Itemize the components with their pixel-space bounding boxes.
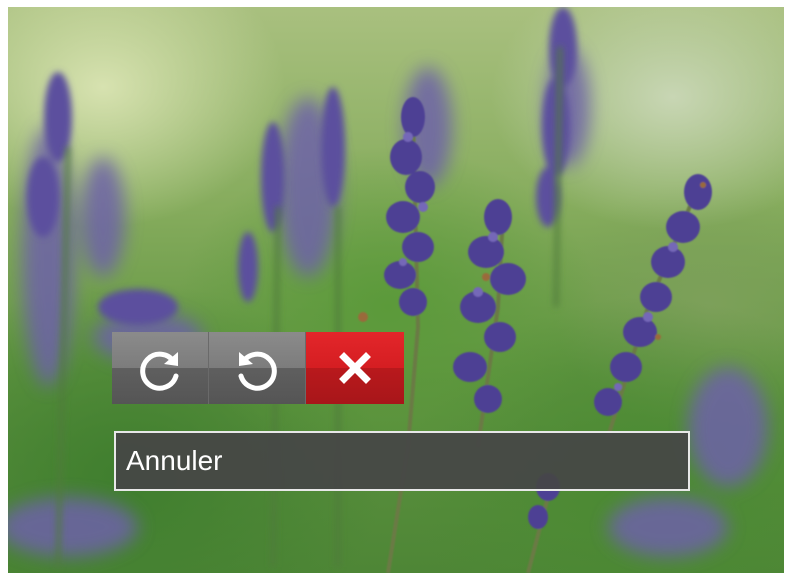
- rotate-clockwise-icon: [134, 344, 186, 392]
- close-icon: [335, 348, 375, 388]
- selected-option-caption: Annuler: [114, 431, 690, 491]
- rotate-toolbar: [112, 332, 404, 404]
- caption-label: Annuler: [126, 445, 223, 476]
- cancel-button[interactable]: [306, 332, 404, 404]
- rotate-clockwise-button[interactable]: [112, 332, 209, 404]
- camera-screen: Annuler: [8, 7, 784, 573]
- rotate-counterclockwise-button[interactable]: [209, 332, 306, 404]
- rotate-counterclockwise-icon: [231, 344, 283, 392]
